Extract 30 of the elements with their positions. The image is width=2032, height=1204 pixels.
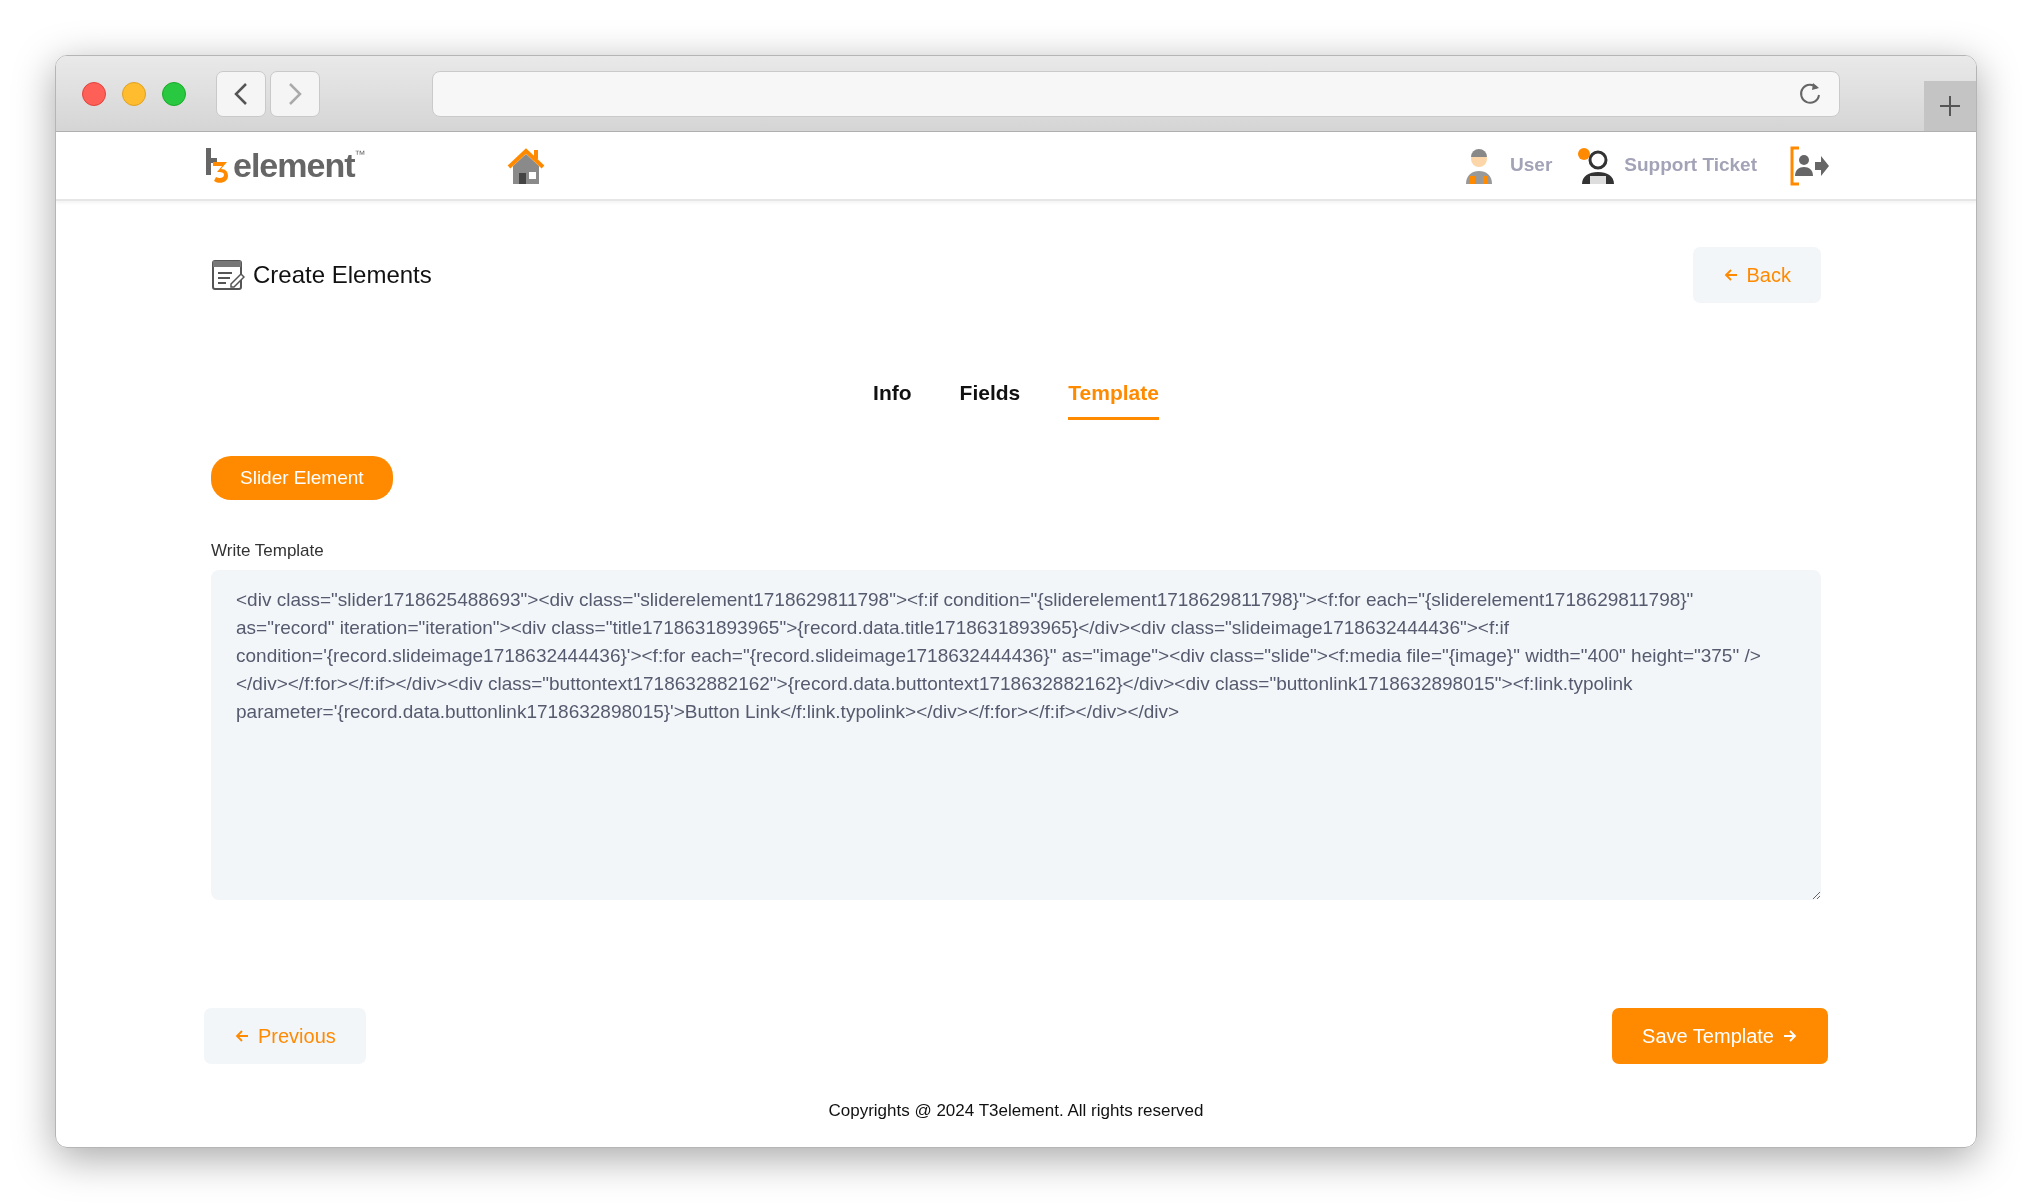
logo-mark-icon [203, 147, 229, 184]
tab[interactable]: Template [1068, 377, 1159, 420]
plus-icon [1939, 95, 1961, 117]
left-arrow-icon [234, 1027, 250, 1044]
tab[interactable]: Fields [959, 377, 1021, 420]
save-template-button[interactable]: Save Template [1612, 1007, 1828, 1064]
previous-button[interactable]: Previous [204, 1007, 366, 1064]
chevron-right-icon [289, 82, 302, 105]
document-edit-icon [211, 258, 245, 292]
new-tab-button[interactable] [1924, 81, 1976, 131]
template-editor[interactable]: <div class="slider1718625488693"><div class="sliderelement1718629811798"><f:if condition="{sliderelement1718629811798}"><f:for each="{sliderelement1718629811798}" as="record" iteration="iteration"><div class="title1718631893965">{record.data.title1718631893965}</div><div class="slideimage1718632444436"><f:if condition='{record.slideimage1718632444436}'><f:for each="{record.slideimage1718632444436}" as="image"><div class="slide"><f:media file="{image}" width="400" height="375" /></div></f:for></f:if></div><div class="buttontext1718632882162">{record.data.buttontext1718632882162}</div><div class="buttonlink1718632898015"><f:link.typolink parameter='{record.data.buttonlink1718632898015}'>Button Link</f:link.typolink></div></f:for></f:if></div></div> [211, 569, 1821, 900]
left-arrow-icon [1722, 267, 1739, 283]
back-nav-button[interactable] [216, 70, 266, 117]
logo-wordmark: element [233, 145, 355, 186]
nav-link[interactable]: User [1462, 145, 1553, 186]
chevron-left-icon [234, 82, 247, 105]
reload-icon[interactable] [1797, 80, 1823, 107]
logout-icon[interactable] [1789, 145, 1831, 186]
right-arrow-icon [1782, 1027, 1798, 1044]
nav-link[interactable]: Support Ticket [1576, 145, 1757, 186]
trademark-symbol: ™ [354, 147, 366, 160]
element-type-badge: Slider Element [211, 455, 393, 500]
tab[interactable]: Info [873, 377, 912, 420]
copyright-text: Copyrights @ 2024 T3element. All rights reserved [828, 1100, 1204, 1120]
field-label: Write Template [211, 540, 325, 562]
back-button[interactable]: Back [1692, 247, 1821, 303]
page-title: Create Elements [253, 260, 432, 290]
support-agent-icon [1576, 145, 1617, 186]
close-window-icon[interactable] [82, 81, 106, 106]
maximize-window-icon[interactable] [162, 81, 186, 106]
